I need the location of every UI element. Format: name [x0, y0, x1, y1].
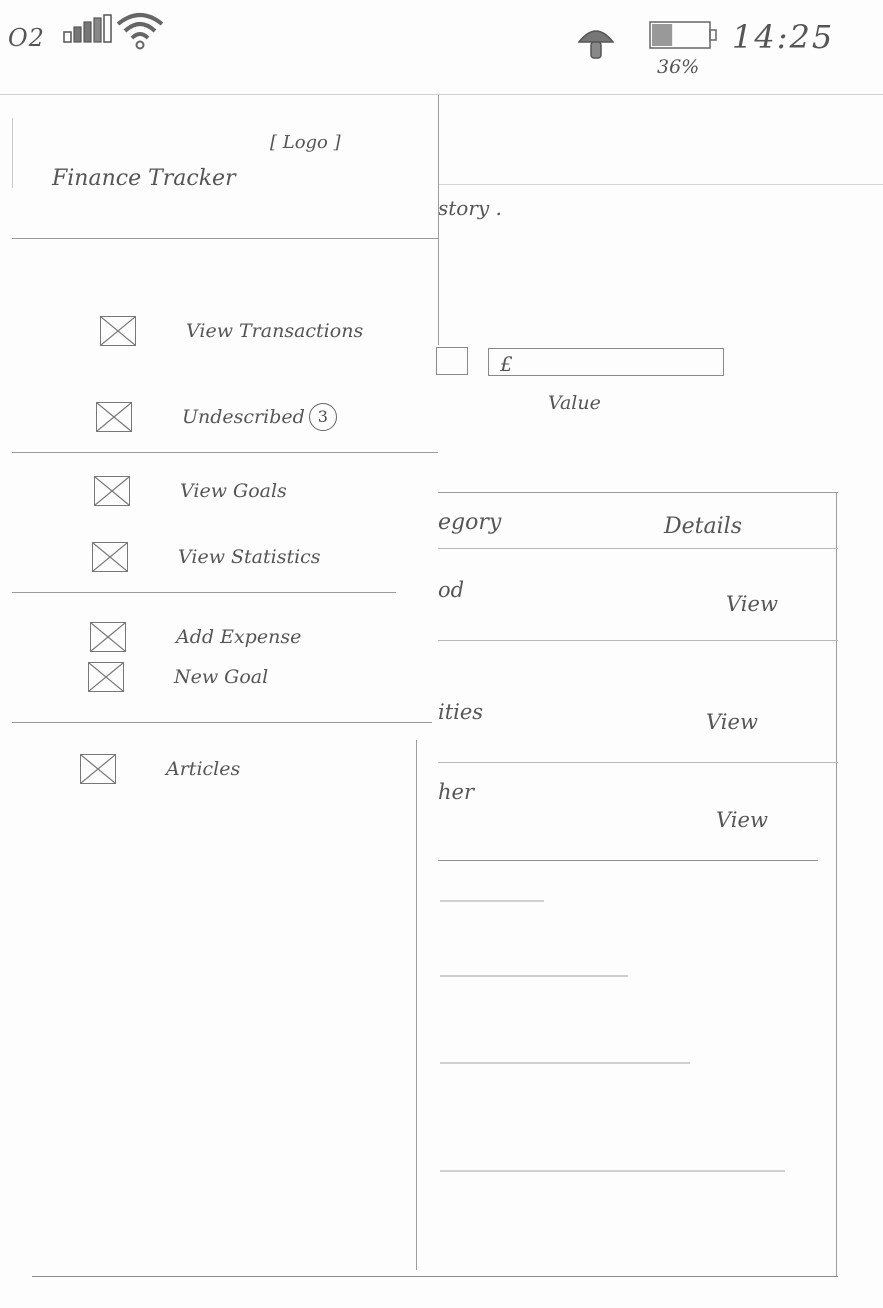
- screen-bottom-border: [32, 1276, 838, 1277]
- row-divider: [438, 860, 818, 861]
- column-header-category: egory: [438, 510, 502, 535]
- menu-item-undescribed[interactable]: Undescribed 3: [96, 402, 337, 432]
- wifi-icon: [116, 13, 164, 50]
- menu-item-label: Add Expense: [176, 626, 302, 648]
- page-heading: story .: [438, 196, 502, 220]
- placeholder-row-line: [440, 900, 544, 902]
- x-box-icon: [88, 662, 124, 692]
- row-category: ities: [438, 700, 484, 724]
- menu-item-label: Undescribed: [182, 406, 305, 428]
- row-category: her: [438, 780, 474, 804]
- menu-item-label: View Goals: [180, 480, 287, 502]
- column-header-details: Details: [664, 514, 742, 539]
- drawer-left-edge: [12, 118, 13, 188]
- value-label: Value: [548, 392, 601, 414]
- drawer-header-divider: [12, 238, 438, 239]
- menu-item-label: Articles: [166, 758, 241, 780]
- x-box-icon: [100, 316, 136, 346]
- status-bar-divider: [0, 94, 883, 95]
- placeholder-row-line: [440, 975, 628, 977]
- menu-section-divider: [12, 592, 396, 593]
- drawer-edge-upper: [438, 95, 439, 345]
- row-category: od: [438, 578, 465, 602]
- signal-bars-icon: [63, 14, 112, 43]
- clock: 14:25: [732, 18, 835, 56]
- menu-item-new-goal[interactable]: New Goal: [88, 662, 268, 692]
- battery-icon: [649, 21, 717, 49]
- menu-section-divider: [12, 452, 438, 453]
- view-button[interactable]: View: [706, 710, 758, 734]
- placeholder-row-line: [440, 1062, 690, 1064]
- menu-item-label: View Transactions: [186, 320, 364, 342]
- value-input[interactable]: [488, 348, 724, 376]
- battery-percent: 36%: [657, 56, 700, 78]
- row-divider: [438, 762, 838, 763]
- menu-item-label: New Goal: [174, 666, 269, 688]
- menu-item-articles[interactable]: Articles: [80, 754, 240, 784]
- table-right-border: [836, 492, 837, 1277]
- view-button[interactable]: View: [716, 808, 768, 832]
- menu-item-view-transactions[interactable]: View Transactions: [100, 316, 363, 346]
- x-box-icon: [90, 622, 126, 652]
- app-bar-divider: [438, 184, 883, 185]
- date-field[interactable]: [436, 347, 468, 375]
- menu-item-view-statistics[interactable]: View Statistics: [92, 542, 321, 572]
- row-divider: [438, 640, 838, 641]
- currency-symbol: £: [500, 352, 513, 376]
- view-button[interactable]: View: [726, 592, 778, 616]
- notification-badge: 3: [308, 403, 337, 431]
- x-box-icon: [92, 542, 128, 572]
- menu-section-divider: [12, 722, 432, 723]
- mushroom-icon: [577, 30, 615, 59]
- logo-placeholder: [ Logo ]: [270, 132, 341, 153]
- x-box-icon: [96, 402, 132, 432]
- menu-item-view-goals[interactable]: View Goals: [94, 476, 287, 506]
- x-box-icon: [94, 476, 130, 506]
- drawer-edge-lower: [416, 740, 417, 1270]
- menu-item-add-expense[interactable]: Add Expense: [90, 622, 301, 652]
- menu-item-label: View Statistics: [178, 546, 321, 568]
- placeholder-row-line: [440, 1170, 785, 1172]
- table-header-divider: [438, 548, 838, 549]
- x-box-icon: [80, 754, 116, 784]
- app-title: Finance Tracker: [52, 166, 236, 191]
- table-top-border: [438, 492, 838, 493]
- carrier-name: O2: [8, 24, 45, 52]
